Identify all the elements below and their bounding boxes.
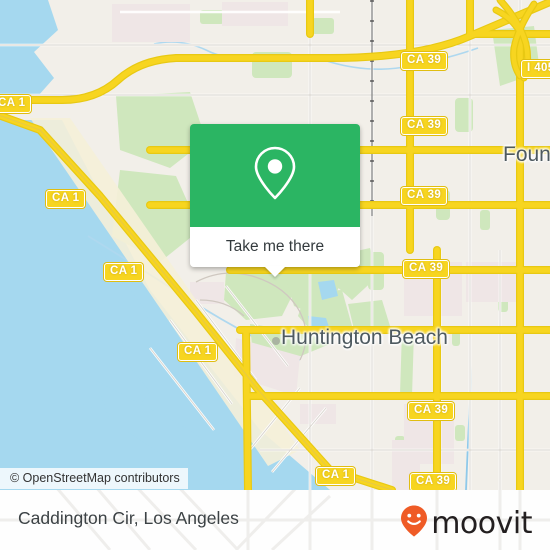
highway-shield[interactable]: CA 1 [178,343,218,361]
highway-shield[interactable]: CA 39 [401,187,448,205]
highway-shield[interactable]: CA 39 [401,117,448,135]
osm-attribution[interactable]: © OpenStreetMap contributors [0,468,188,489]
location-title: Caddington Cir, Los Angeles [18,508,239,528]
poi-dot [272,337,280,345]
place-label-fountain-valley: Foun [503,143,550,166]
location-popup-card[interactable]: Take me there [190,124,360,277]
highway-shield[interactable]: CA 1 [0,95,32,113]
moovit-map-screenshot: CA 1 CA 39 I 405 CA 39 CA 39 CA 1 CA 39 … [0,0,550,550]
highway-shield[interactable]: CA 39 [410,473,457,490]
moovit-logo[interactable]: moovit [399,504,532,543]
highway-shield[interactable]: CA 39 [401,52,448,70]
map-pin-icon [251,144,299,207]
popup-image-area [190,124,360,227]
highway-shield[interactable]: CA 1 [316,467,356,485]
moovit-wordmark: moovit [431,505,532,541]
popup-pointer [264,266,286,277]
moovit-pin-icon [399,504,429,543]
footer-bar: Caddington Cir, Los Angeles moovit [0,490,550,550]
highway-shield[interactable]: CA 39 [408,402,455,420]
highway-shield[interactable]: CA 39 [403,260,450,278]
highway-shield[interactable]: CA 1 [46,190,86,208]
take-me-there-button[interactable]: Take me there [190,227,360,277]
highway-shield[interactable]: CA 1 [104,263,144,281]
take-me-there-label: Take me there [225,238,325,255]
highway-shield[interactable]: I 405 [521,60,550,78]
place-label-huntington-beach: Huntington Beach [281,326,448,349]
